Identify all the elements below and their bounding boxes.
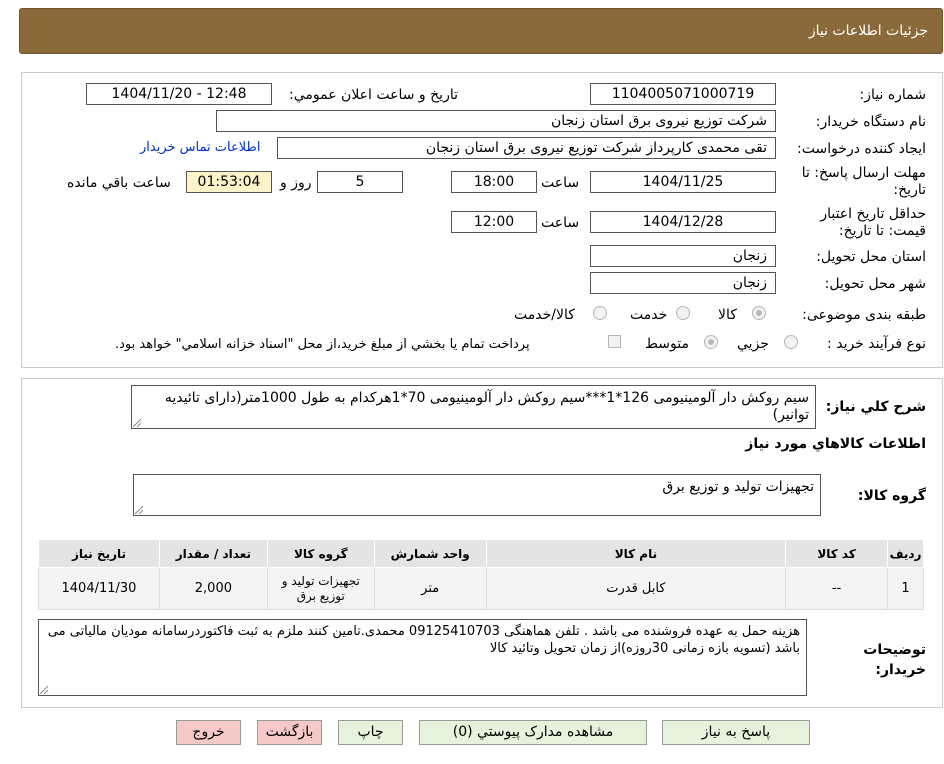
buyer-contact-link[interactable]: اطلاعات تماس خریدار bbox=[140, 140, 260, 155]
price-validity-date: 1404/12/28 bbox=[590, 211, 776, 233]
cell-row-number: 1 bbox=[887, 567, 924, 610]
page-title: جزئیات اطلاعات نیاز bbox=[808, 23, 928, 39]
summary-resize-handle[interactable] bbox=[133, 419, 141, 427]
price-validity-time: 12:00 bbox=[451, 211, 537, 233]
purchase-type-radio-medium[interactable] bbox=[704, 335, 718, 349]
buyer-org-label: نام دستگاه خريدار: bbox=[815, 114, 926, 130]
cell-goods-code: -- bbox=[785, 567, 889, 610]
cell-quantity: 2,000 bbox=[158, 567, 268, 610]
reply-deadline-time-label: ساعت bbox=[541, 175, 580, 191]
goods-group-label: گروه کالا: bbox=[857, 488, 926, 504]
category-label: طبقه بندی موضوعی: bbox=[802, 307, 926, 323]
reply-days-field: 5 bbox=[317, 171, 403, 193]
goods-section-title: اطلاعات کالاهاي مورد نياز bbox=[745, 436, 926, 452]
cell-need-date: 1404/11/30 bbox=[38, 567, 160, 610]
category-radio-goods[interactable] bbox=[752, 306, 766, 320]
table-row: 1 -- کابل قدرت متر تجهیزات تولید و توزیع… bbox=[38, 567, 924, 610]
category-option-goods-service: کالا/خدمت bbox=[514, 307, 575, 323]
remaining-time-field: 01:53:04 bbox=[186, 171, 272, 193]
col-need-date: تاريخ نياز bbox=[38, 539, 160, 568]
back-button[interactable]: بازگشت bbox=[257, 720, 322, 745]
goods-group-resize-handle[interactable] bbox=[135, 506, 143, 514]
col-goods-group: گروه کالا bbox=[266, 539, 375, 568]
summary-field: سیم روکش دار آلومینیومی 126*1***سیم روکش… bbox=[131, 385, 816, 429]
col-goods-name: نام کالا bbox=[485, 539, 787, 568]
col-goods-code: کد کالا bbox=[785, 539, 889, 568]
category-option-goods: کالا bbox=[718, 307, 737, 323]
buyer-notes-label: توضيحات خريدار: bbox=[863, 642, 926, 678]
print-button[interactable]: چاپ bbox=[338, 720, 403, 745]
remaining-time-label: ساعت باقي مانده bbox=[67, 175, 171, 191]
price-validity-label: حداقل تاريخ اعتبار قيمت: تا تاريخ: bbox=[820, 206, 926, 239]
cell-goods-group: تجهیزات تولید و توزیع برق bbox=[266, 567, 375, 610]
requester-field: تقی محمدی کارپرداز شرکت توزیع نیروی برق … bbox=[277, 137, 776, 159]
announce-datetime-field: 1404/11/20 - 12:48 bbox=[86, 83, 272, 105]
category-radio-service[interactable] bbox=[676, 306, 690, 320]
attachments-button[interactable]: مشاهده مدارک پيوستي (0) bbox=[419, 720, 647, 745]
requester-label: ايجاد کننده درخواست: bbox=[797, 141, 926, 157]
category-option-service: خدمت bbox=[630, 307, 668, 323]
buyer-org-field: شرکت توزیع نیروی برق استان زنجان bbox=[216, 110, 776, 132]
cell-unit: متر bbox=[373, 567, 487, 610]
announce-datetime-label: تاریخ و ساعت اعلان عمومي: bbox=[289, 87, 458, 103]
goods-group-field: تجهیزات تولید و توزیع برق bbox=[133, 474, 821, 516]
price-validity-time-label: ساعت bbox=[541, 215, 580, 231]
col-unit: واحد شمارش bbox=[373, 539, 487, 568]
purchase-type-option-minor: جزيي bbox=[737, 336, 769, 352]
purchase-type-option-medium: متوسط bbox=[645, 336, 689, 352]
reply-deadline-date: 1404/11/25 bbox=[590, 171, 776, 193]
purchase-type-radio-minor[interactable] bbox=[784, 335, 798, 349]
category-radio-goods-service[interactable] bbox=[593, 306, 607, 320]
need-number-field: 1104005071000719 bbox=[590, 83, 776, 105]
reply-button[interactable]: پاسخ به نياز bbox=[662, 720, 810, 745]
delivery-city-field: زنجان bbox=[590, 272, 776, 294]
delivery-city-label: شهر محل تحويل: bbox=[824, 276, 926, 292]
exit-button[interactable]: خروج bbox=[176, 720, 241, 745]
purchase-type-label: نوع فرآیند خرید : bbox=[827, 336, 926, 352]
treasury-docs-note: پرداخت تمام يا بخشي از مبلغ خريد،از محل … bbox=[115, 337, 530, 352]
delivery-province-label: استان محل تحويل: bbox=[816, 249, 926, 265]
treasury-docs-checkbox[interactable] bbox=[608, 335, 621, 348]
goods-table-header: رديف کد کالا نام کالا واحد شمارش گروه کا… bbox=[38, 539, 924, 568]
buyer-notes-resize-handle[interactable] bbox=[40, 686, 48, 694]
col-row-number: رديف bbox=[887, 539, 924, 568]
buyer-notes-field: هزینه حمل به عهده فروشنده می باشد . تلفن… bbox=[38, 619, 807, 696]
goods-table: رديف کد کالا نام کالا واحد شمارش گروه کا… bbox=[38, 539, 924, 610]
col-quantity: تعداد / مقدار bbox=[158, 539, 268, 568]
reply-days-label: روز و bbox=[280, 175, 312, 191]
need-number-label: شماره نیاز: bbox=[859, 87, 927, 103]
reply-deadline-time: 18:00 bbox=[451, 171, 537, 193]
reply-deadline-label: مهلت ارسال پاسخ: تا تاریخ: bbox=[801, 165, 926, 198]
page-header: جزئیات اطلاعات نیاز bbox=[19, 8, 943, 54]
summary-label: شرح کلي نياز: bbox=[825, 399, 926, 415]
cell-goods-name: کابل قدرت bbox=[485, 567, 787, 610]
delivery-province-field: زنجان bbox=[590, 245, 776, 267]
